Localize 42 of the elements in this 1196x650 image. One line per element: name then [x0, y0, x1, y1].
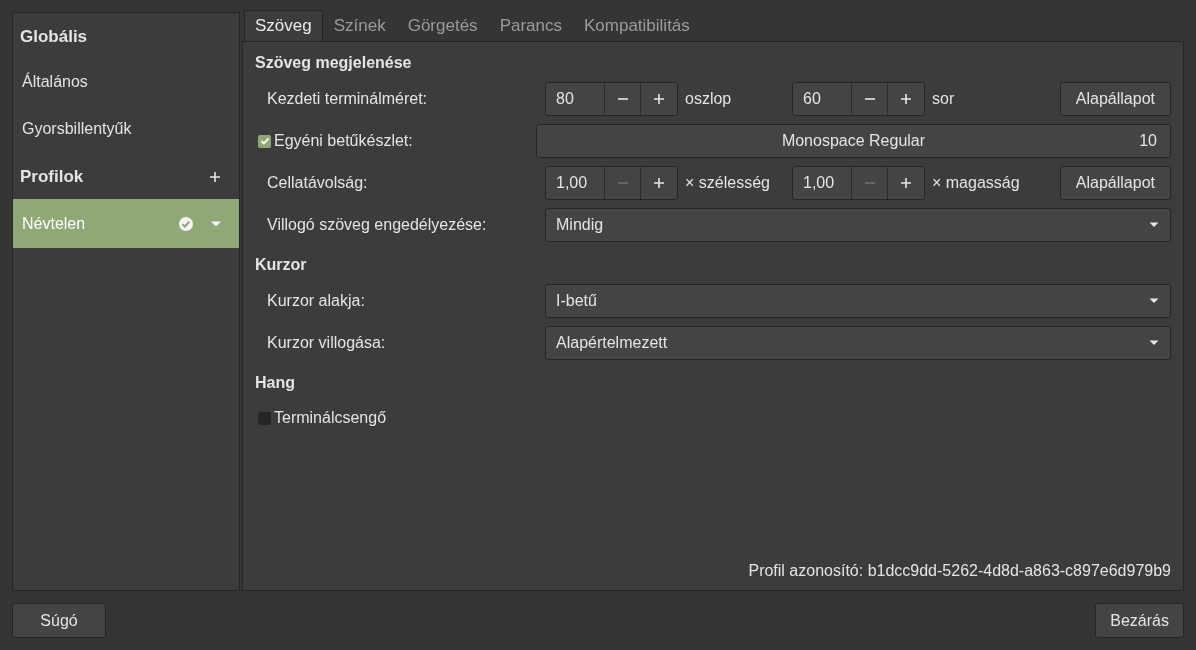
add-icon[interactable]	[209, 171, 221, 183]
unit-label: × magasság	[932, 174, 1020, 192]
unit-label: sor	[932, 90, 955, 108]
tab[interactable]: Színek	[322, 10, 397, 41]
sidebar-item[interactable]: Gyorsbillentyűk	[13, 106, 239, 153]
sidebar-heading: Profilok	[20, 167, 84, 187]
section-title: Kurzor	[255, 255, 308, 275]
caret-down-icon	[1148, 221, 1160, 229]
field-label: Villogó szöveg engedélyezése:	[267, 216, 488, 234]
checkbox[interactable]	[258, 134, 271, 148]
plus-icon	[653, 177, 665, 189]
checkbox-label: Terminálcsengő	[274, 409, 387, 427]
checkbox-label: Egyéni betűkészlet:	[274, 132, 413, 150]
profile-id-text: Profil azonosító: b1dcc9dd-5262-4d8d-a863-c897e6d979b9	[747, 562, 1171, 580]
caret-down-icon	[1148, 297, 1160, 305]
sidebar-item[interactable]: Általános	[13, 59, 239, 106]
tab[interactable]: Szöveg	[244, 10, 323, 41]
help-button[interactable]: Súgó	[12, 603, 106, 638]
reset-button[interactable]: Alapállapot	[1059, 82, 1171, 116]
field-label: Cellatávolság:	[267, 174, 369, 192]
unit-label: × szélesség	[685, 174, 770, 192]
sidebar-heading[interactable]: Globális	[13, 13, 239, 59]
field-label: Kurzor alakja:	[267, 292, 366, 310]
tab[interactable]: Kompatibilitás	[573, 10, 701, 41]
profile-name: Névtelen	[22, 214, 87, 233]
plus-icon	[900, 93, 912, 105]
field-label: Kurzor villogása:	[267, 334, 387, 352]
dropdown[interactable]: Alapértelmezett	[545, 326, 1171, 360]
dropdown[interactable]: Mindig	[545, 208, 1171, 242]
plus-icon	[653, 93, 665, 105]
tab[interactable]: Parancs	[488, 10, 573, 41]
caret-down-icon	[1148, 339, 1160, 347]
unit-label: oszlop	[685, 90, 732, 108]
close-button[interactable]: Bezárás	[1095, 603, 1184, 638]
dropdown[interactable]: I-betű	[545, 284, 1171, 318]
field-label: Kezdeti terminálméret:	[267, 90, 429, 108]
section-title: Szöveg megjelenése	[255, 53, 413, 73]
font-button[interactable]: Monospace Regular 10	[536, 124, 1171, 158]
plus-icon	[900, 177, 912, 189]
section-title: Hang	[255, 373, 296, 393]
tab[interactable]: Görgetés	[396, 10, 489, 41]
reset-button[interactable]: Alapállapot	[1059, 166, 1171, 200]
